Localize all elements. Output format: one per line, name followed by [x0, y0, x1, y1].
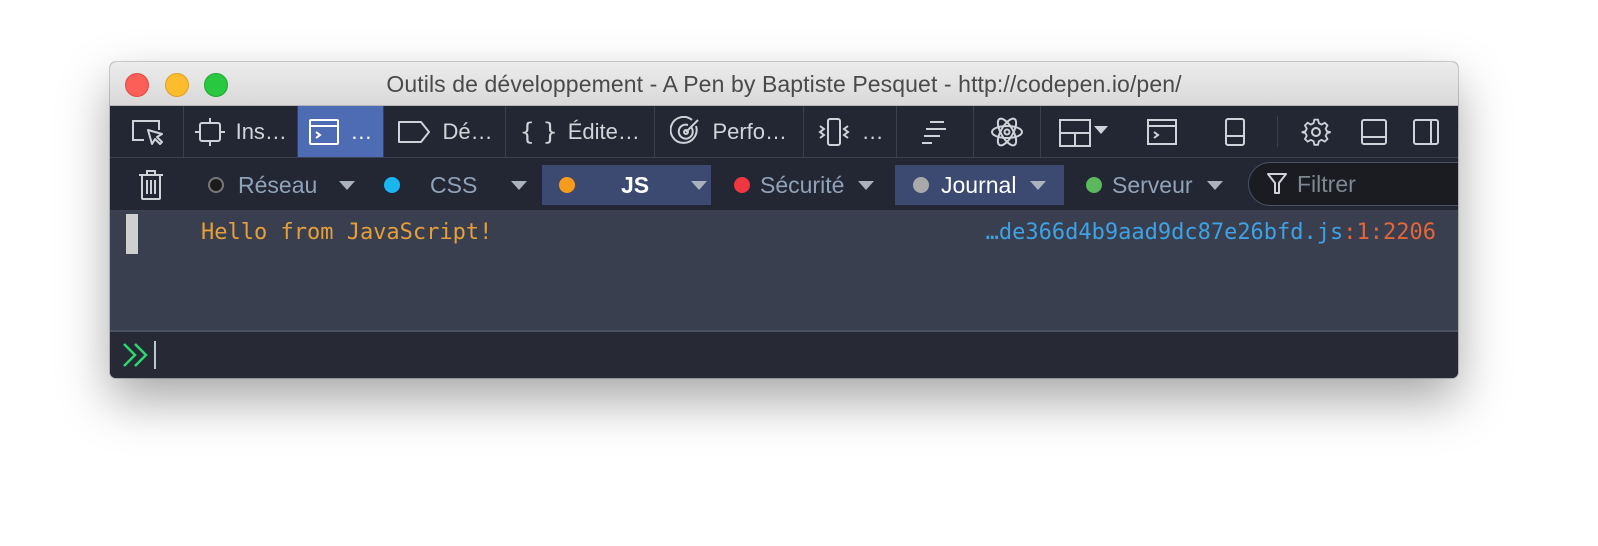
console-icon [309, 118, 340, 145]
dock-right-icon [1413, 118, 1440, 145]
clear-console-icon [139, 170, 163, 200]
tab-performance[interactable]: Perfo… [655, 106, 804, 157]
tab-style-editor-label: Édite… [567, 118, 640, 144]
dock-right-button[interactable] [1395, 106, 1458, 157]
filter-serveur-label: Serveur [1112, 171, 1193, 198]
filter-search-input[interactable]: Filtrer [1248, 162, 1458, 206]
serveur-status-dot [1086, 177, 1102, 193]
style-editor-icon: { } [519, 117, 558, 146]
tab-performance-label: Perfo… [712, 118, 788, 144]
performance-icon [670, 115, 700, 144]
clear-console-button[interactable] [136, 165, 166, 205]
console-filter-bar: Réseau CSS JS Sécurité Journal Serveur F… [110, 158, 1458, 212]
filter-journal[interactable]: Journal [895, 165, 1064, 205]
settings-gear-icon [1301, 118, 1331, 146]
settings-button[interactable] [1278, 106, 1353, 157]
reseau-chevron-down-icon[interactable] [339, 180, 356, 190]
debugger-icon [398, 120, 431, 143]
tab-responsive-label: … [861, 118, 884, 144]
journal-status-dot [913, 177, 929, 193]
js-status-dot [559, 177, 575, 193]
filter-funnel-icon [1267, 173, 1287, 194]
dock-bottom-button[interactable] [1353, 106, 1394, 157]
inspector-icon [194, 117, 225, 146]
element-picker-icon [131, 119, 163, 145]
tab-console[interactable]: … [297, 106, 385, 157]
tab-style-editor[interactable]: { } Édite… [506, 106, 655, 157]
tab-debugger[interactable]: Dé… [384, 106, 506, 157]
filter-css-label: CSS [430, 171, 478, 198]
dock-side-button[interactable] [1193, 106, 1278, 157]
tab-debugger-label: Dé… [442, 118, 493, 144]
tab-waterfall[interactable] [897, 106, 974, 157]
dock-side-icon [1224, 117, 1245, 146]
element-picker-button[interactable] [110, 106, 185, 157]
tab-react[interactable] [974, 106, 1041, 157]
js-chevron-down-icon[interactable] [691, 180, 708, 190]
message-gutter-marker [126, 214, 138, 254]
console-message-text: Hello from JavaScript! [201, 220, 493, 245]
devtools-window: Outils de développement - A Pen by Bapti… [110, 62, 1458, 378]
tab-inspector[interactable]: Ins… [184, 106, 298, 157]
securite-chevron-down-icon[interactable] [858, 180, 875, 190]
tab-inspector-label: Ins… [235, 118, 287, 144]
filter-reseau-label: Réseau [238, 171, 318, 198]
console-input[interactable] [110, 332, 1458, 378]
css-chevron-down-icon[interactable] [511, 180, 528, 190]
filter-securite-label: Sécurité [760, 171, 845, 198]
title-bar: Outils de développement - A Pen by Bapti… [110, 62, 1458, 106]
serveur-chevron-down-icon[interactable] [1206, 180, 1223, 190]
layout-dropdown-icon [1059, 118, 1108, 147]
filter-serveur[interactable]: Serveur [1086, 165, 1236, 205]
filter-js-label: JS [621, 171, 650, 198]
filter-search-placeholder: Filtrer [1297, 170, 1356, 197]
layout-dropdown-button[interactable] [1041, 106, 1132, 157]
waterfall-icon [921, 120, 946, 144]
message-source-link[interactable]: …de366d4b9aad9dc87e26bfd.js:1:2206 [986, 220, 1436, 245]
filter-css[interactable]: CSS [384, 165, 530, 205]
tab-responsive[interactable]: … [804, 106, 897, 157]
message-source-line[interactable]: :1:2206 [1343, 220, 1436, 245]
prompt-chevron-icon [123, 343, 148, 367]
filter-journal-label: Journal [941, 171, 1017, 198]
securite-status-dot [734, 177, 750, 193]
message-source-file[interactable]: …de366d4b9aad9dc87e26bfd.js [986, 220, 1344, 245]
css-status-dot [384, 177, 400, 193]
responsive-icon [817, 117, 850, 146]
window-title: Outils de développement - A Pen by Bapti… [386, 71, 1182, 97]
split-console-button[interactable] [1131, 106, 1192, 157]
dock-bottom-icon [1361, 118, 1388, 145]
react-icon [990, 117, 1023, 146]
console-output: Hello from JavaScript! …de366d4b9aad9dc8… [110, 212, 1458, 332]
split-console-icon [1146, 118, 1177, 145]
devtools-toolbar: Ins… … Dé… { } Édite… Perfo… … [110, 106, 1458, 158]
tab-console-label: … [350, 118, 373, 144]
text-cursor [154, 341, 156, 369]
journal-chevron-down-icon[interactable] [1030, 180, 1047, 190]
filter-securite[interactable]: Sécurité [734, 165, 884, 205]
reseau-status-dot [208, 177, 224, 193]
filter-reseau[interactable]: Réseau [208, 165, 360, 205]
filter-js[interactable]: JS [542, 165, 711, 205]
